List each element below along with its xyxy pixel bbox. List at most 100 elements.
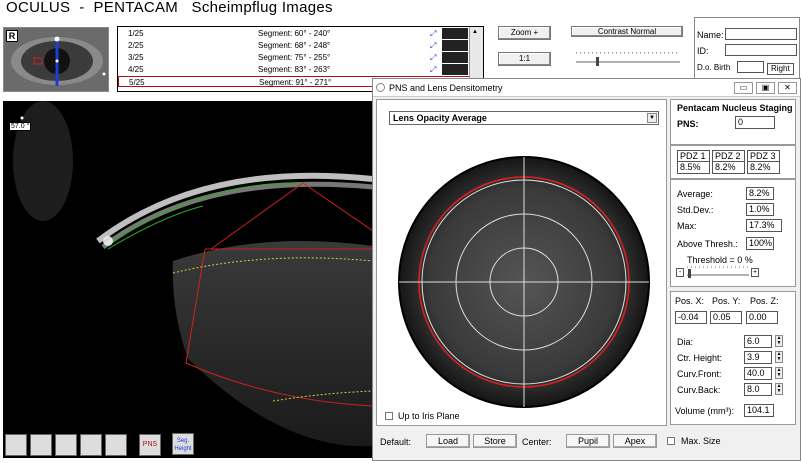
ctr-height-spinner[interactable]: ▲ ▼ <box>775 351 783 363</box>
distance-tool-icon[interactable] <box>105 434 127 456</box>
chevron-down-icon[interactable]: ▼ <box>647 113 657 123</box>
pdz2-label: PDZ 2 <box>713 151 744 162</box>
above-thresh-value: 100% <box>746 237 774 250</box>
pdz3-label: PDZ 3 <box>748 151 779 162</box>
app-icon <box>376 83 385 92</box>
max-value: 17.3% <box>746 219 782 232</box>
scan-icon: ⤢ <box>430 29 437 38</box>
polygon-tool-icon[interactable] <box>80 434 102 456</box>
mode-select[interactable]: Lens Opacity Average ▼ <box>389 111 659 125</box>
iris-plane-checkbox[interactable] <box>385 412 393 420</box>
pos-z-value[interactable]: 0.00 <box>746 311 778 324</box>
pns-value: 0 <box>735 116 775 129</box>
staging-title: Pentacam Nucleus Staging <box>677 103 793 113</box>
eye-side-field: Right <box>767 63 794 75</box>
seg-height-button[interactable]: Seg. Height <box>172 433 194 455</box>
pos-y-value[interactable]: 0.05 <box>710 311 742 324</box>
pdz2-cell: PDZ 2 8.2% <box>712 150 745 174</box>
std-value: 1.0% <box>746 203 774 216</box>
close-icon[interactable]: ✕ <box>778 82 797 94</box>
pdz1-cell: PDZ 1 8.5% <box>677 150 710 174</box>
store-button[interactable]: Store <box>473 434 517 448</box>
angle-label: 57.0 ° <box>9 122 32 131</box>
ctr-height-label: Ctr. Height: <box>677 353 723 363</box>
dia-spinner[interactable]: ▲ ▼ <box>775 335 783 347</box>
list-item[interactable]: 4/25 Segment: 83° - 263° ⤢ <box>118 64 470 75</box>
curv-front-spinner[interactable]: ▲ ▼ <box>775 367 783 379</box>
segment-index: 1/25 <box>128 29 144 38</box>
segment-label: Segment: 60° - 240° <box>258 29 331 38</box>
max-size-label: Max. Size <box>681 436 721 446</box>
minimize-icon[interactable]: ▭ <box>734 82 753 94</box>
staging-panel: Pentacam Nucleus Staging PNS: 0 <box>670 99 796 145</box>
load-button[interactable]: Load <box>426 434 470 448</box>
page-title: OCULUS - PENTACAM Scheimpflug Images <box>6 0 333 16</box>
pdz3-value: 8.2% <box>750 162 771 172</box>
patient-info-panel: Name: ID: D.o. Birth Right <box>694 17 800 79</box>
threshold-decrease-button[interactable]: - <box>676 268 684 277</box>
scan-icon: ⤢ <box>430 53 437 62</box>
delete-measure-icon[interactable] <box>30 434 52 456</box>
curv-back-value[interactable]: 8.0 <box>744 383 772 396</box>
segment-label: Segment: 68° - 248° <box>258 41 331 50</box>
list-item[interactable]: 3/25 Segment: 75° - 255° ⤢ <box>118 52 470 63</box>
dob-field[interactable] <box>737 61 764 73</box>
pns-button[interactable]: PNS <box>139 434 161 456</box>
scheimpflug-image[interactable]: 57.0 ° <box>3 101 373 458</box>
scheimpflug-image-canvas <box>3 101 373 458</box>
measure-icon[interactable] <box>5 434 27 456</box>
segment-label: Segment: 91° - 271° <box>259 78 332 87</box>
apex-button[interactable]: Apex <box>613 434 657 448</box>
stats-panel: Average: 8.2% Std.Dev.: 1.0% Max: 17.3% … <box>670 179 796 287</box>
threshold-increase-button[interactable]: + <box>751 268 759 277</box>
threshold-slider[interactable] <box>685 264 751 280</box>
segment-preview-icon <box>442 64 468 75</box>
zoom-in-button[interactable]: Zoom + <box>498 26 551 40</box>
above-thresh-label: Above Thresh.: <box>677 239 738 249</box>
scroll-up-icon[interactable]: ▲ <box>472 29 478 35</box>
pdz1-value: 8.5% <box>680 162 701 172</box>
curv-back-spinner[interactable]: ▲ ▼ <box>775 383 783 395</box>
eye-side-label: R <box>6 30 18 42</box>
curv-front-value[interactable]: 40.0 <box>744 367 772 380</box>
contrast-button[interactable]: Contrast Normal <box>571 26 683 37</box>
list-item[interactable]: 1/25 Segment: 60° - 240° ⤢ <box>118 28 470 39</box>
pns-label: PNS: <box>677 119 699 129</box>
segment-index: 5/25 <box>129 78 145 87</box>
name-field[interactable] <box>725 28 797 40</box>
center-label: Center: <box>522 437 552 447</box>
dia-label: Dia: <box>677 337 694 347</box>
eye-thumbnail[interactable]: R <box>3 27 109 92</box>
dialog-title: PNS and Lens Densitometry <box>389 83 503 93</box>
pdz3-cell: PDZ 3 8.2% <box>747 150 780 174</box>
dob-label: D.o. Birth <box>697 63 731 72</box>
pos-x-value[interactable]: -0.04 <box>675 311 707 324</box>
segment-label: Segment: 75° - 255° <box>258 53 331 62</box>
pdz1-label: PDZ 1 <box>678 151 709 162</box>
eye-thumbnail-image <box>4 28 108 91</box>
dia-value[interactable]: 6.0 <box>744 335 772 348</box>
maximize-icon[interactable]: ▣ <box>756 82 775 94</box>
max-size-checkbox[interactable] <box>667 437 675 445</box>
curv-front-label: Curv.Front: <box>677 369 722 379</box>
max-label: Max: <box>677 221 697 231</box>
line-tool-icon[interactable] <box>55 434 77 456</box>
pos-z-label: Pos. Z: <box>750 296 779 306</box>
densitometry-circle[interactable] <box>397 155 651 409</box>
mode-select-value: Lens Opacity Average <box>393 113 487 123</box>
pos-x-label: Pos. X: <box>675 296 705 306</box>
list-item[interactable]: 2/25 Segment: 68° - 248° ⤢ <box>118 40 470 51</box>
id-field[interactable] <box>725 44 797 56</box>
segment-preview-icon <box>442 52 468 63</box>
densitometry-map <box>398 156 650 408</box>
pupil-button[interactable]: Pupil <box>566 434 610 448</box>
scan-icon: ⤢ <box>430 65 437 74</box>
ctr-height-value[interactable]: 3.9 <box>744 351 772 364</box>
contrast-slider[interactable] <box>572 48 684 70</box>
segment-index: 2/25 <box>128 41 144 50</box>
zoom-ratio-button[interactable]: 1:1 <box>498 52 551 66</box>
dialog-footer: Default: Load Store Center: Pupil Apex M… <box>376 429 799 459</box>
segment-label: Segment: 83° - 263° <box>258 65 331 74</box>
segment-index: 4/25 <box>128 65 144 74</box>
volume-label: Volume (mm³): <box>675 406 735 416</box>
